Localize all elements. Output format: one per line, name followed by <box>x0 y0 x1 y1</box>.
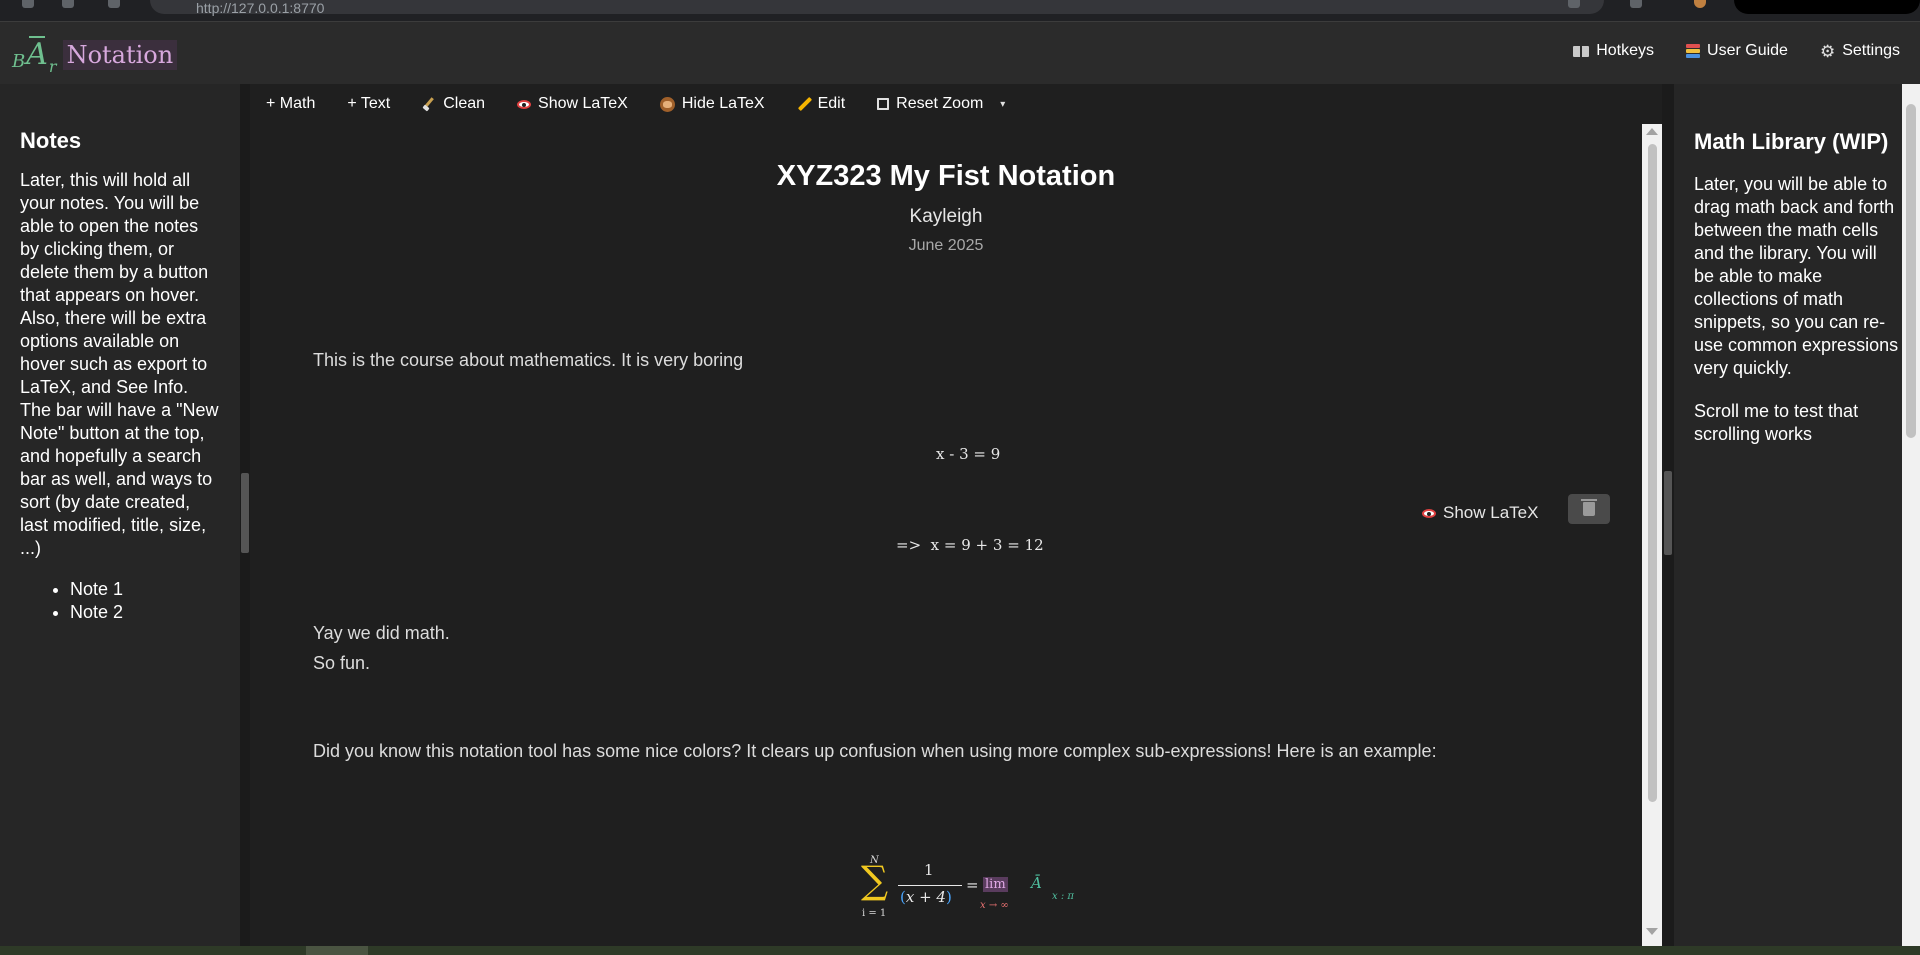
math-library-scroll-text: Scroll me to test that scrolling works <box>1694 401 1859 444</box>
books-icon <box>1686 43 1701 59</box>
note-list: Note 1 Note 2 <box>20 578 220 624</box>
document-canvas[interactable]: XYZ323 My Fist Notation Kayleigh June 20… <box>250 124 1642 946</box>
text-cell-intro[interactable]: This is the course about mathematics. It… <box>313 345 743 375</box>
address-bar-text: http://127.0.0.1:8770 <box>196 0 325 16</box>
math-cell-line-1[interactable]: x - 3 = 9 <box>936 445 1000 463</box>
add-math-button[interactable]: + Math <box>266 95 315 113</box>
text-cell-yay[interactable]: Yay we did math. <box>313 618 450 648</box>
reset-zoom-button[interactable]: Reset Zoom ▾ <box>877 95 1005 113</box>
header-nav: Hotkeys User Guide ⚙ Settings <box>1573 42 1900 60</box>
edit-button[interactable]: Edit <box>797 95 846 113</box>
trash-icon <box>1581 499 1597 516</box>
user-guide-label: User Guide <box>1707 42 1788 59</box>
limit-operator: lim <box>983 877 1008 892</box>
browser-account-pill[interactable] <box>1734 0 1920 14</box>
browser-toolbar: http://127.0.0.1:8770 <box>0 0 1920 22</box>
logo-letter-b: B <box>12 51 26 72</box>
text-cell-so-fun[interactable]: So fun. <box>313 648 370 678</box>
document-date[interactable]: June 2025 <box>250 237 1642 255</box>
notes-title: Notes <box>20 128 82 153</box>
book-icon <box>1573 45 1590 57</box>
extensions-icon[interactable] <box>1630 0 1642 8</box>
document-scroll-thumb[interactable] <box>1648 144 1657 802</box>
settings-button[interactable]: ⚙ Settings <box>1820 42 1900 60</box>
add-math-label: + Math <box>266 95 316 112</box>
math-library-description: Later, you will be able to drag math bac… <box>1694 174 1899 378</box>
app-logo[interactable]: B A r Notation <box>12 32 178 76</box>
user-guide-button[interactable]: User Guide <box>1686 42 1788 60</box>
math-library-title: Math Library (WIP) <box>1694 129 1889 154</box>
settings-label: Settings <box>1842 42 1900 59</box>
gear-icon: ⚙ <box>1819 41 1836 61</box>
document-title[interactable]: XYZ323 My Fist Notation <box>250 160 1642 193</box>
fraction-denominator: (x + 4) <box>900 888 952 906</box>
cell-show-latex-button[interactable]: Show LaTeX <box>1422 503 1538 523</box>
address-bar[interactable]: http://127.0.0.1:8770 <box>150 0 1604 16</box>
delete-cell-button[interactable] <box>1568 494 1610 524</box>
a-bar-symbol: Ā <box>1031 874 1042 892</box>
fraction-numerator: 1 <box>924 861 934 879</box>
formula-equals: = <box>966 876 979 894</box>
broom-icon <box>422 97 436 111</box>
fullscreen-icon <box>877 98 890 110</box>
limit-subscript: x → ∞ <box>980 900 1009 911</box>
fraction-bar <box>898 885 962 886</box>
notes-description: Later, this will hold all your notes. Yo… <box>20 170 219 558</box>
text-cell-colors[interactable]: Did you know this notation tool has some… <box>313 736 1437 766</box>
cell-show-latex-label: Show LaTeX <box>1443 503 1539 522</box>
note-item-1[interactable]: Note 1 <box>70 578 220 601</box>
chevron-down-icon[interactable]: ▾ <box>1000 99 1005 110</box>
bookmark-star-icon[interactable] <box>1568 0 1580 8</box>
logo-letter-a-bar: A <box>26 36 48 72</box>
clean-label: Clean <box>443 95 486 112</box>
back-icon[interactable] <box>22 0 34 8</box>
sum-symbol: ∑ <box>861 858 889 902</box>
show-latex-label: Show LaTeX <box>538 95 628 112</box>
hotkeys-label: Hotkeys <box>1596 42 1655 59</box>
left-resizer-handle[interactable] <box>241 473 249 553</box>
edit-label: Edit <box>817 95 846 112</box>
eye-icon <box>517 99 532 109</box>
hide-latex-button[interactable]: Hide LaTeX <box>659 95 765 113</box>
note-item-2[interactable]: Note 2 <box>70 601 220 624</box>
editor-toolbar: + Math + Text Clean Show LaTeX Hide LaTe… <box>250 84 1662 124</box>
clean-button[interactable]: Clean <box>422 95 485 113</box>
forward-icon[interactable] <box>62 0 74 8</box>
profile-avatar-icon[interactable] <box>1694 0 1706 8</box>
notes-sidebar: Notes Later, this will hold all your not… <box>0 84 240 946</box>
a-bar-subscript: x : π <box>1052 891 1074 902</box>
scroll-down-icon[interactable] <box>1646 928 1658 935</box>
library-scroll-thumb[interactable] <box>1906 104 1916 438</box>
pencil-icon <box>797 97 811 111</box>
right-resizer-handle[interactable] <box>1664 471 1672 555</box>
denominator-expression: x + 4 <box>905 888 946 906</box>
eye-icon <box>1422 508 1436 518</box>
math-cell-line-2[interactable]: => x = 9 + 3 = 12 <box>896 536 1044 554</box>
logo-wordmark: Notation <box>62 40 178 70</box>
math-library-sidebar: Math Library (WIP) Later, you will be ab… <box>1674 84 1920 946</box>
reload-icon[interactable] <box>108 0 120 8</box>
logo-letter-r: r <box>48 57 57 76</box>
hide-latex-label: Hide LaTeX <box>681 95 765 112</box>
see-no-evil-monkey-icon <box>659 96 675 112</box>
reset-zoom-label: Reset Zoom <box>896 95 984 112</box>
app-header: B A r Notation Hotkeys User Guide ⚙ Sett… <box>0 22 1920 84</box>
add-text-label: + Text <box>347 95 391 112</box>
document-author[interactable]: Kayleigh <box>250 206 1642 228</box>
show-latex-button[interactable]: Show LaTeX <box>517 95 628 113</box>
hotkeys-button[interactable]: Hotkeys <box>1573 42 1654 60</box>
scroll-up-icon[interactable] <box>1646 128 1658 135</box>
os-taskbar <box>0 946 1920 955</box>
add-text-button[interactable]: + Text <box>347 95 390 113</box>
taskbar-active-item[interactable] <box>306 946 368 955</box>
sum-lower-limit: i = 1 <box>862 908 887 919</box>
